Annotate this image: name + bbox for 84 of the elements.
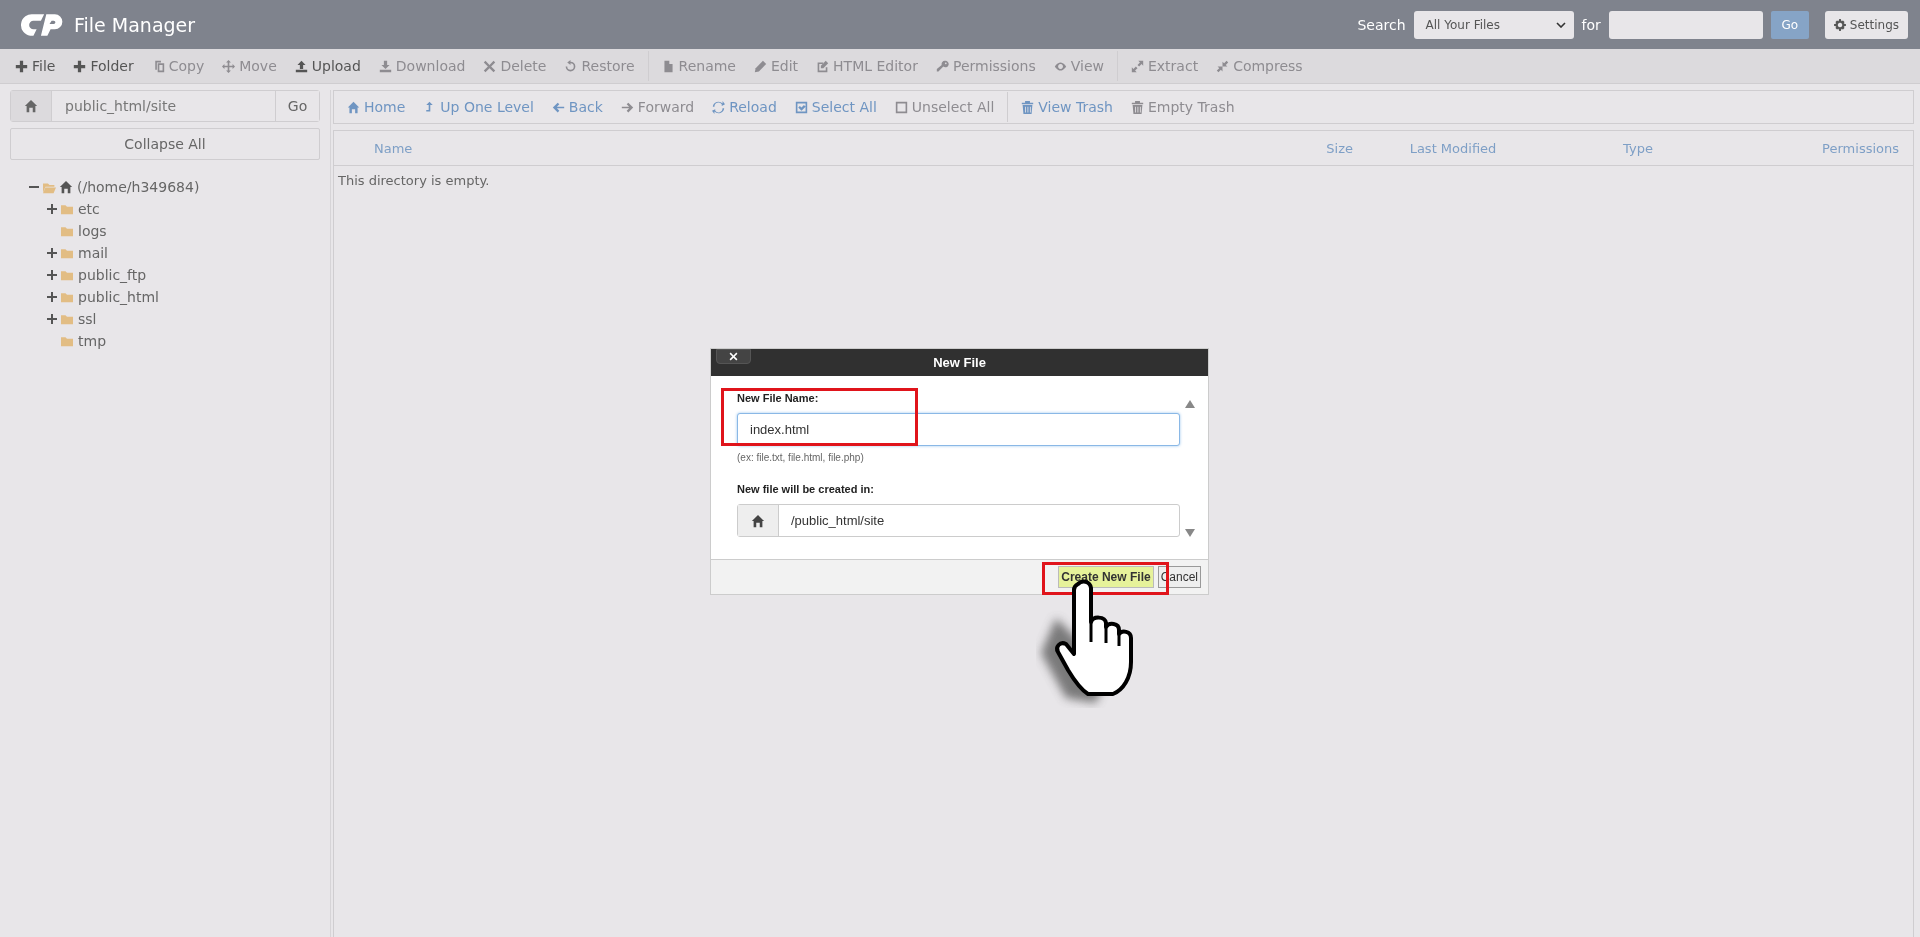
tree-item[interactable]: logs	[76, 223, 107, 239]
tree-item[interactable]: mail	[76, 245, 108, 261]
nav-button[interactable]: Back	[542, 91, 612, 123]
scroll-down-icon[interactable]	[1185, 529, 1195, 537]
chevron-down-icon	[1555, 21, 1566, 28]
nav-button[interactable]: Reload	[703, 91, 786, 123]
trash-icon	[1021, 100, 1035, 114]
folder-icon	[60, 225, 74, 237]
folder-icon	[60, 269, 74, 281]
right-arrow-icon	[620, 100, 634, 114]
tree-item[interactable]: ssl	[76, 311, 97, 327]
eye-icon	[1053, 59, 1067, 73]
settings-icon	[1833, 18, 1846, 31]
folder-icon	[60, 335, 74, 347]
toolbar-button[interactable]: Folder	[64, 49, 143, 83]
key-icon	[935, 59, 949, 73]
plus-icon[interactable]	[47, 248, 57, 258]
field-label: New File Name:	[737, 392, 820, 404]
file-icon	[661, 59, 675, 73]
for-label: for	[1581, 16, 1601, 33]
reload-icon	[712, 100, 726, 114]
close-icon	[729, 352, 738, 361]
tree-item[interactable]: (/home/h349684)	[75, 179, 200, 195]
home-icon	[347, 100, 360, 114]
file-name-field[interactable]: index.html	[737, 413, 1180, 446]
edit-icon	[816, 59, 830, 73]
nav-button[interactable]: Up One Level	[414, 91, 543, 123]
open-folder-icon	[42, 180, 57, 194]
scroll-up-icon[interactable]	[1185, 400, 1195, 408]
folder-icon	[60, 203, 74, 215]
plus-icon[interactable]	[47, 292, 57, 302]
checkbox-icon	[794, 100, 808, 114]
plus-icon[interactable]	[47, 314, 57, 324]
tree-item[interactable]: public_html	[76, 289, 159, 305]
close-button[interactable]	[716, 349, 751, 364]
trash-icon	[1131, 100, 1144, 114]
field-hint: (ex: file.txt, file.html, file.php)	[737, 452, 865, 463]
nav-button[interactable]: Home	[338, 91, 415, 123]
search-field[interactable]	[1608, 10, 1763, 39]
home-icon	[24, 99, 38, 113]
column-header[interactable]: Last Modified	[1353, 140, 1553, 156]
column-header[interactable]: Name	[374, 140, 1233, 156]
column-header[interactable]: Permissions	[1723, 140, 1913, 156]
upload-icon	[294, 59, 308, 73]
empty-message: This directory is empty.	[337, 172, 491, 190]
restore-icon	[564, 59, 578, 73]
plus-icon	[15, 59, 28, 73]
create-button[interactable]: Create New File	[1058, 566, 1154, 588]
pencil-icon	[753, 59, 767, 73]
home-icon	[59, 180, 73, 194]
collapse-all-button[interactable]: Collapse All	[10, 128, 320, 160]
location-field[interactable]: /public_html/site	[737, 504, 1180, 537]
path-field[interactable]: public_html/site Go	[10, 90, 320, 122]
app-title: File Manager	[74, 13, 196, 36]
column-header[interactable]: Type	[1553, 140, 1723, 156]
plus-icon[interactable]	[47, 270, 57, 280]
nav-button[interactable]: Select All	[785, 91, 886, 123]
field-label: New file will be created in:	[737, 483, 875, 495]
column-header[interactable]: Size	[1233, 140, 1353, 156]
settings-button[interactable]: Settings	[1824, 10, 1908, 39]
search-label: Search	[1357, 16, 1406, 33]
left-arrow-icon	[551, 100, 565, 114]
plus-icon[interactable]	[47, 204, 57, 214]
move-icon	[222, 59, 236, 73]
checkbox-icon	[894, 100, 908, 114]
download-icon	[378, 59, 392, 73]
tree-item[interactable]: public_ftp	[76, 267, 147, 283]
compress-icon	[1216, 59, 1230, 73]
folder-icon	[60, 247, 74, 259]
go-button[interactable]: Go	[275, 91, 319, 121]
expand-icon	[1131, 59, 1144, 73]
tree-item[interactable]: etc	[76, 201, 100, 217]
nav-button[interactable]: View Trash	[1012, 91, 1122, 123]
folder-icon	[60, 313, 74, 325]
dialog-title: New File	[933, 355, 986, 370]
tree-item[interactable]: tmp	[76, 333, 106, 349]
folder-icon	[60, 291, 74, 303]
toolbar-button[interactable]: File	[6, 49, 65, 83]
search-scope-dropdown[interactable]: All Your Files	[1413, 10, 1574, 39]
toolbar-button[interactable]: Upload	[285, 49, 370, 83]
home-icon	[751, 513, 765, 528]
go-button[interactable]: Go	[1770, 10, 1809, 39]
delete-icon	[483, 59, 497, 73]
plus-icon	[73, 59, 87, 73]
